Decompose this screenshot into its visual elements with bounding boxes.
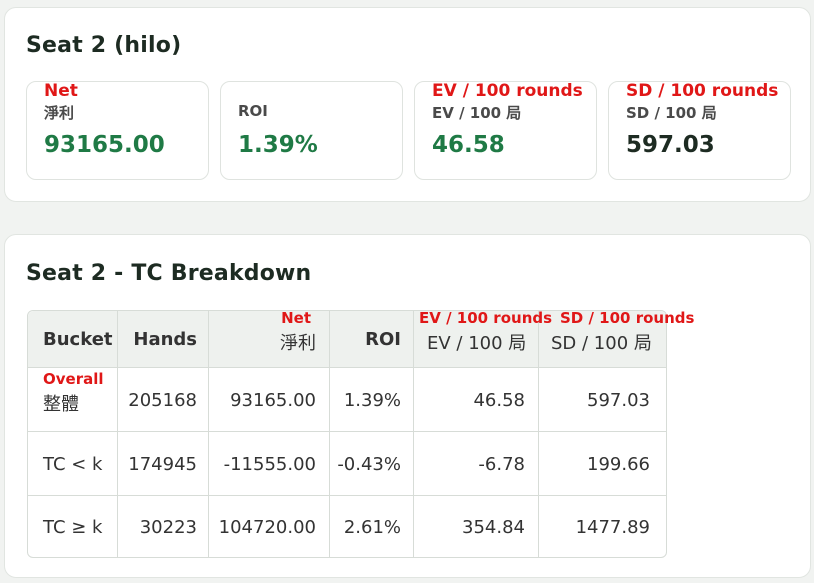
breakdown-title: Seat 2 - TC Breakdown — [26, 261, 312, 286]
row-overall-en: Overall — [43, 370, 104, 388]
stat-net-en-label: Net — [44, 81, 78, 101]
header-sd-en: SD / 100 rounds — [560, 309, 695, 327]
stat-roi: ROI 1.39% — [220, 81, 403, 180]
header-sd: SD / 100 局 — [551, 333, 652, 354]
stat-net-value: 93165.00 — [44, 132, 165, 158]
table-row-hands: 205168 — [128, 390, 197, 411]
stat-sd-en-label: SD / 100 rounds — [626, 81, 779, 101]
table-row-net: 93165.00 — [230, 390, 316, 411]
summary-title: Seat 2 (hilo) — [26, 33, 182, 58]
table-row-net: -11555.00 — [223, 454, 316, 475]
table-row-bucket: 整體 — [43, 394, 79, 415]
table-row-roi: 1.39% — [343, 390, 401, 411]
header-net: 淨利 — [280, 333, 316, 354]
breakdown-table: Bucket Hands Net 淨利 ROI EV / 100 rounds … — [27, 309, 694, 558]
stat-sd-value: 597.03 — [626, 132, 715, 158]
header-bucket: Bucket — [43, 329, 113, 350]
header-ev-en: EV / 100 rounds — [419, 309, 553, 327]
table-row-roi: -0.43% — [337, 454, 401, 475]
stat-sd: SD / 100 rounds SD / 100 局 597.03 — [608, 81, 791, 180]
stat-roi-value: 1.39% — [238, 132, 318, 158]
header-net-en: Net — [281, 309, 311, 327]
table-row-ev: -6.78 — [478, 454, 525, 475]
stat-ev: EV / 100 rounds EV / 100 局 46.58 — [414, 81, 597, 180]
stat-net-label: 淨利 — [44, 104, 75, 122]
stat-sd-label: SD / 100 局 — [626, 104, 717, 122]
header-ev: EV / 100 局 — [427, 333, 527, 354]
table-row-ev: 46.58 — [473, 390, 525, 411]
table-row-sd: 1477.89 — [575, 517, 650, 538]
header-roi: ROI — [365, 329, 401, 350]
table-row-net: 104720.00 — [218, 517, 316, 538]
table-row-sd: 597.03 — [587, 390, 650, 411]
stat-ev-label: EV / 100 局 — [432, 104, 522, 122]
table-row-hands: 174945 — [128, 454, 197, 475]
stat-ev-en-label: EV / 100 rounds — [432, 81, 583, 101]
table-row-bucket: TC < k — [43, 454, 103, 475]
header-hands: Hands — [133, 329, 197, 350]
table-row-ev: 354.84 — [462, 517, 525, 538]
table-row-bucket: TC ≥ k — [43, 517, 103, 538]
breakdown-card: Seat 2 - TC Breakdown Bucket Hands Net 淨… — [4, 234, 811, 578]
summary-card: Seat 2 (hilo) Net 淨利 93165.00 ROI 1.39% … — [4, 7, 811, 202]
table-row-roi: 2.61% — [343, 517, 401, 538]
stat-roi-label: ROI — [238, 102, 268, 120]
stat-ev-value: 46.58 — [432, 132, 505, 158]
table-row-sd: 199.66 — [587, 454, 650, 475]
stat-net: Net 淨利 93165.00 — [26, 81, 209, 180]
table-row-hands: 30223 — [139, 517, 197, 538]
